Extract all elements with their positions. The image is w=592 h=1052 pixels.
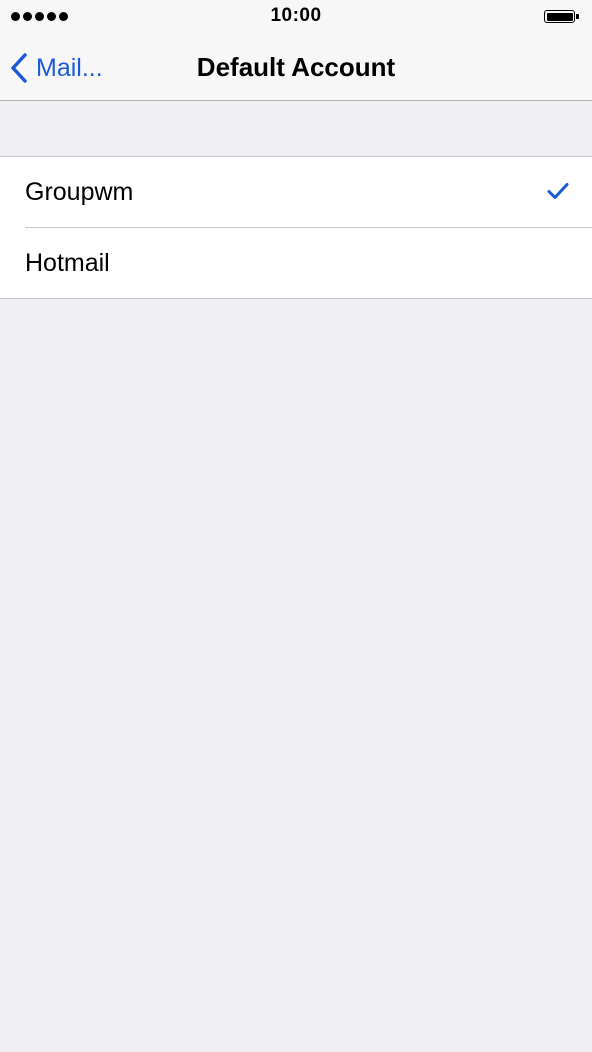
account-row-hotmail[interactable]: Hotmail: [0, 228, 592, 298]
battery-body: [544, 10, 575, 23]
account-row-groupwm[interactable]: Groupwm: [0, 157, 592, 227]
status-time: 10:00: [270, 5, 322, 26]
page-title: Default Account: [196, 52, 396, 82]
battery-tip: [576, 14, 579, 19]
status-bar: 10:00: [0, 0, 592, 34]
checkmark-icon: [547, 183, 569, 199]
account-label: Hotmail: [25, 248, 110, 277]
navigation-bar: Mail... Default Account: [0, 34, 592, 101]
account-label: Groupwm: [25, 177, 134, 206]
battery-full-icon: [544, 9, 580, 24]
battery-fill: [546, 12, 573, 21]
account-list: Groupwm Hotmail: [0, 156, 592, 299]
